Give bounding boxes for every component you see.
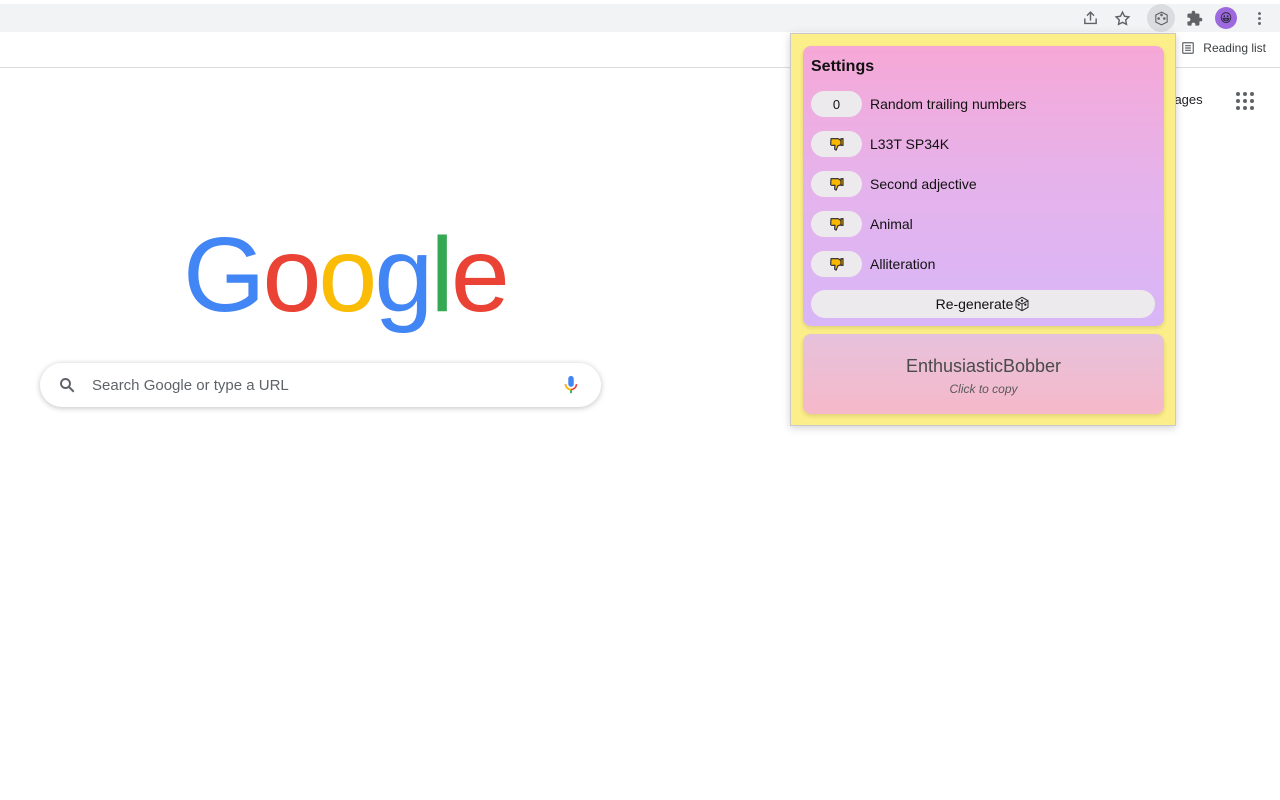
option-row: Animal <box>811 211 1151 237</box>
star-icon[interactable] <box>1108 4 1136 32</box>
option-row: 0 Random trailing numbers <box>811 91 1151 117</box>
google-logo: Google <box>183 216 510 334</box>
settings-panel: Settings 0 Random trailing numbers L33T … <box>803 46 1164 326</box>
option-row: Alliteration <box>811 251 1151 277</box>
animal-toggle[interactable] <box>811 211 862 237</box>
search-box[interactable] <box>40 363 601 407</box>
thumbs-down-icon <box>829 138 844 151</box>
dice-icon <box>1015 296 1029 312</box>
option-label: Second adjective <box>870 176 977 192</box>
option-row: L33T SP34K <box>811 131 1151 157</box>
dice-icon[interactable] <box>1147 4 1175 32</box>
regenerate-button[interactable]: Re-generate <box>811 290 1155 318</box>
settings-title: Settings <box>811 58 875 75</box>
option-row: Second adjective <box>811 171 1151 197</box>
leet-speak-toggle[interactable] <box>811 131 862 157</box>
option-label: L33T SP34K <box>870 136 950 152</box>
microphone-icon[interactable] <box>563 375 579 395</box>
search-icon <box>60 378 75 393</box>
thumbs-down-icon <box>829 258 844 271</box>
alliteration-toggle[interactable] <box>811 251 862 277</box>
extension-popup: Settings 0 Random trailing numbers L33T … <box>790 33 1176 426</box>
puzzle-icon[interactable] <box>1180 4 1208 32</box>
trailing-numbers-stepper[interactable]: 0 <box>811 91 862 117</box>
regenerate-label: Re-generate <box>935 296 1014 312</box>
option-label: Animal <box>870 216 913 232</box>
thumbs-down-icon <box>829 178 844 191</box>
reading-list-icon <box>1182 42 1195 54</box>
generated-name: EnthusiasticBobber <box>905 356 1062 376</box>
avatar: 😀 <box>1215 7 1237 29</box>
copy-hint: Click to copy <box>949 382 1018 396</box>
browser-toolbar: 😀 <box>0 4 1280 32</box>
reading-list-label: Reading list <box>1203 41 1266 55</box>
option-label: Random trailing numbers <box>870 96 1027 112</box>
kebab-menu-icon[interactable] <box>1245 4 1273 32</box>
reading-list-button[interactable]: Reading list <box>1181 41 1266 55</box>
option-label: Alliteration <box>870 256 936 272</box>
search-input[interactable] <box>92 363 542 407</box>
google-apps-icon[interactable] <box>1233 89 1257 113</box>
generated-name-card[interactable]: EnthusiasticBobber Click to copy <box>803 334 1164 414</box>
thumbs-down-icon <box>829 218 844 231</box>
profile-button[interactable]: 😀 <box>1212 4 1240 32</box>
trailing-numbers-value: 0 <box>832 96 841 112</box>
share-icon[interactable] <box>1076 4 1104 32</box>
second-adjective-toggle[interactable] <box>811 171 862 197</box>
